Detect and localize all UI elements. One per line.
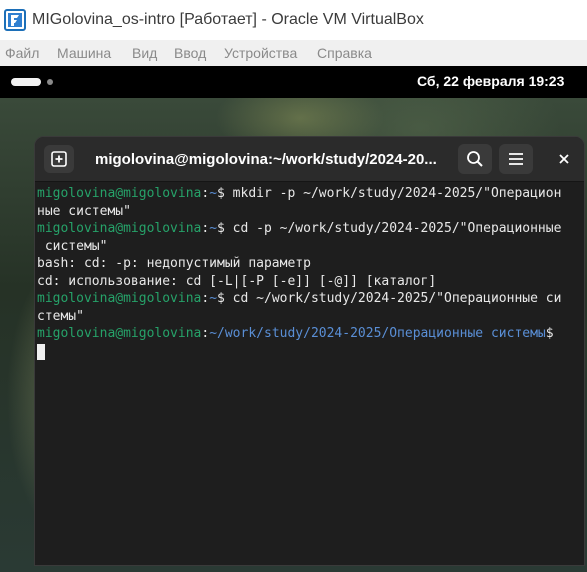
prompt-path: ~ — [209, 291, 218, 306]
search-icon — [467, 151, 483, 167]
new-tab-button[interactable] — [44, 145, 74, 173]
virtualbox-app-icon — [4, 9, 26, 31]
prompt-user: migolovina@migolovina — [37, 186, 202, 201]
menu-view[interactable]: Вид — [132, 45, 157, 61]
terminal-line: bash: cd: -p: недопустимый параметр — [37, 256, 311, 271]
prompt-user: migolovina@migolovina — [37, 221, 202, 236]
prompt-user: migolovina@migolovina — [37, 291, 202, 306]
host-window-title: MIGolovina_os-intro [Работает] - Oracle … — [32, 11, 424, 28]
terminal-title: migolovina@migolovina:~/work/study/2024-… — [95, 151, 437, 168]
menu-input[interactable]: Ввод — [174, 45, 206, 61]
command-text: $ — [545, 326, 554, 341]
command-text: $ mkdir -p ~/work/study/2024-2025/"Опера… — [217, 186, 562, 201]
terminal-line: стемы" — [37, 308, 84, 324]
gnome-top-bar: Сб, 22 февраля 19:23 — [0, 66, 587, 98]
prompt-path: ~/work/study/2024-2025/Операционные сист… — [209, 326, 546, 341]
command-text: $ cd -p ~/work/study/2024-2025/"Операцио… — [217, 221, 562, 236]
terminal-line: migolovina@migolovina:~$ cd ~/work/study… — [37, 291, 562, 306]
terminal-headerbar: migolovina@migolovina:~/work/study/2024-… — [35, 137, 584, 182]
terminal-line: ные системы" — [37, 203, 131, 219]
menu-help[interactable]: Справка — [317, 45, 372, 61]
menu-machine[interactable]: Машина — [57, 45, 111, 61]
prompt-user: migolovina@migolovina — [37, 326, 202, 341]
prompt-path: ~ — [209, 186, 218, 201]
menu-file[interactable]: Файл — [5, 45, 39, 61]
terminal-line: migolovina@migolovina:~/work/study/2024-… — [37, 326, 554, 341]
activities-indicator[interactable] — [11, 78, 41, 86]
terminal-output[interactable]: migolovina@migolovina:~$ mkdir -p ~/work… — [37, 185, 582, 565]
hamburger-menu-button[interactable] — [499, 144, 533, 174]
menu-devices[interactable]: Устройства — [224, 45, 297, 61]
plus-icon — [51, 151, 67, 167]
command-text: $ cd ~/work/study/2024-2025/"Операционны… — [217, 291, 562, 306]
text-cursor — [37, 343, 45, 360]
hamburger-icon — [509, 153, 523, 165]
terminal-line — [37, 343, 582, 361]
terminal-window: migolovina@migolovina:~/work/study/2024-… — [34, 136, 585, 566]
terminal-line: migolovina@migolovina:~$ cd -p ~/work/st… — [37, 221, 562, 236]
terminal-line: cd: использование: cd [-L|[-P [-e]] [-@]… — [37, 273, 437, 289]
clock[interactable]: Сб, 22 февраля 19:23 — [417, 73, 564, 89]
host-window-titlebar: MIGolovina_os-intro [Работает] - Oracle … — [0, 0, 587, 40]
close-icon — [559, 154, 569, 164]
close-button[interactable] — [551, 146, 577, 172]
workspace-dot — [47, 79, 53, 85]
terminal-line: migolovina@migolovina:~$ mkdir -p ~/work… — [37, 186, 562, 201]
prompt-path: ~ — [209, 221, 218, 236]
host-menu-bar: Файл Машина Вид Ввод Устройства Справка — [0, 40, 587, 66]
terminal-line: системы" — [37, 238, 108, 254]
search-button[interactable] — [458, 144, 492, 174]
